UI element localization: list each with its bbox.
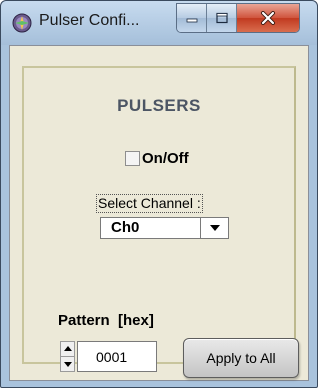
client-area: PULSERS On/Off Select Channel : Ch0 Patt…	[9, 45, 309, 381]
app-window: Pulser Confi... PULSERS On/Off Select Ch…	[0, 0, 318, 388]
spin-down-button[interactable]	[61, 357, 74, 371]
maximize-icon	[215, 12, 228, 24]
dropdown-arrow-button[interactable]	[200, 218, 228, 238]
channel-selected-value: Ch0	[111, 219, 140, 236]
onoff-label: On/Off	[142, 150, 189, 167]
arrow-up-icon	[63, 346, 72, 351]
apply-to-all-button[interactable]: Apply to All	[183, 338, 299, 378]
window-controls	[176, 3, 300, 33]
select-channel-label: Select Channel :	[96, 194, 203, 213]
arrow-down-icon	[63, 362, 72, 367]
onoff-checkbox[interactable]: On/Off	[125, 150, 189, 167]
close-icon	[261, 11, 275, 25]
app-icon	[12, 13, 32, 33]
minimize-icon	[186, 18, 197, 23]
pattern-hex-input[interactable]	[77, 341, 157, 372]
channel-dropdown[interactable]: Ch0	[100, 217, 229, 239]
spin-up-button[interactable]	[61, 342, 74, 357]
chevron-down-icon	[209, 225, 220, 231]
title-bar[interactable]: Pulser Confi...	[1, 1, 317, 45]
section-heading: PULSERS	[117, 96, 201, 115]
checkbox-box[interactable]	[125, 151, 140, 166]
maximize-button[interactable]	[207, 4, 237, 32]
close-button[interactable]	[237, 4, 299, 32]
pattern-label: Pattern [hex]	[58, 312, 154, 329]
minimize-button[interactable]	[177, 4, 207, 32]
window-title: Pulser Confi...	[39, 12, 140, 29]
pattern-spinner	[60, 341, 75, 372]
